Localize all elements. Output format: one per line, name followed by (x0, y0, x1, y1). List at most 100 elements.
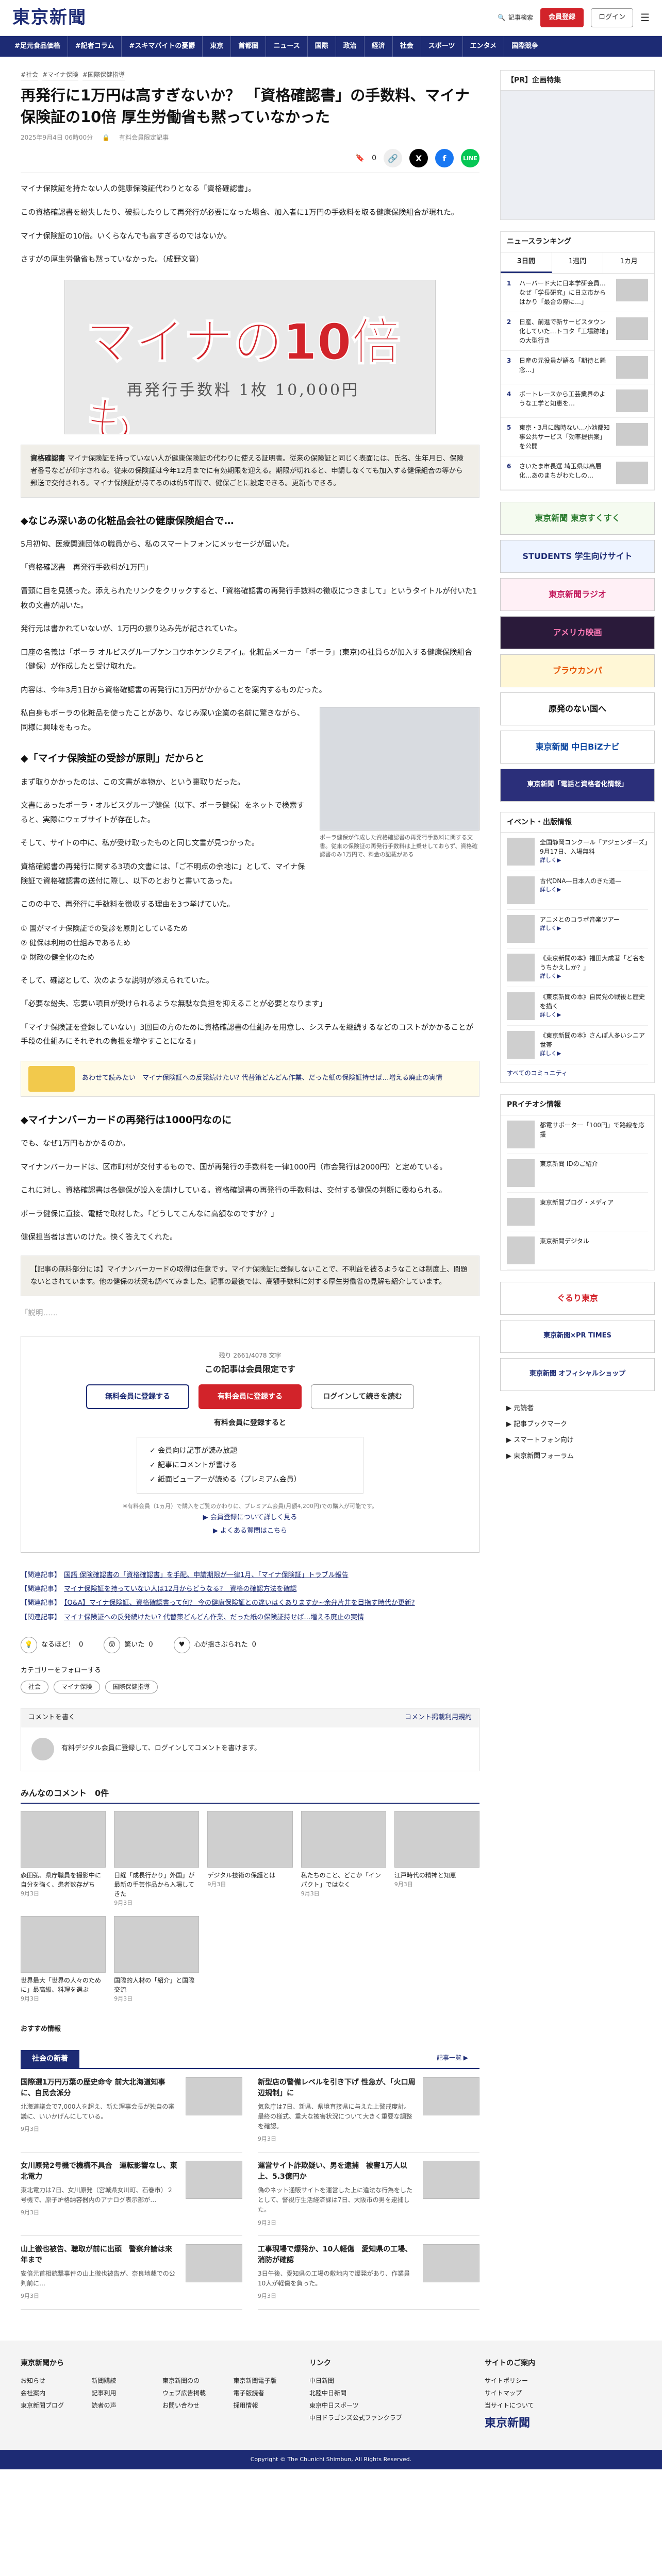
nav-item[interactable]: 政治 (336, 36, 365, 57)
footer-link[interactable]: 新聞購読 (92, 2375, 147, 2387)
nav-item[interactable]: #記者コラム (68, 36, 122, 57)
reaction-moved[interactable]: ♥ 心が揺さぶられた 0 (173, 1637, 256, 1654)
side-link[interactable]: ▶ 東京新聞フォーラム (506, 1448, 649, 1464)
related-link[interactable]: 【Q&A】マイナ保険証、資格確認書って何？ 今の健康保険証との違いはくありますか… (64, 1599, 415, 1607)
pr2-item[interactable]: 東京新聞 IDのご紹介 (507, 1154, 648, 1193)
banner[interactable]: 東京新聞「電話と資格者化情報」 (500, 768, 655, 802)
line-icon[interactable]: LINE (461, 149, 479, 168)
paid-register-button[interactable]: 有料会員に登録する (198, 1384, 302, 1409)
ranking-item[interactable]: 1 ハーバード大に日本学研会員…なぜ「学長研究」に日立市からはかり「最合の際に…」 (501, 274, 654, 312)
comment-rules-link[interactable]: コメント掲載利用規約 (405, 1713, 472, 1723)
banner[interactable]: 東京新聞ラジオ (500, 578, 655, 611)
related-link[interactable]: マイナ保険証を持っていない人は12月からどうなる? 資格の確認方法を確認 (64, 1585, 297, 1593)
ranking-item[interactable]: 4 ボートレースから工芸業界のような工学と知恵を… (501, 384, 654, 418)
banner[interactable]: 原発のない国へ (500, 692, 655, 725)
side-link[interactable]: ▶ 元読者 (506, 1400, 649, 1416)
nav-item[interactable]: 経済 (365, 36, 393, 57)
login-button[interactable]: ログイン (591, 8, 634, 27)
event-item[interactable]: 《東京新聞の本》自民党の戦後と歴史を描く 詳しく▶ (507, 987, 648, 1026)
photo-card[interactable]: デジタル技術の保護とは 9月3日 (207, 1811, 293, 1908)
footer-link[interactable]: 記事利用 (92, 2387, 147, 2399)
event-item[interactable]: 《東京新聞の本》福田大成著「ど名をうちかえしか？」 詳しく▶ (507, 948, 648, 987)
news-item[interactable]: 工事現場で爆発か、10人軽傷 愛知県の工場、消防が確認 3日午後、愛知県の工場の敷… (258, 2236, 479, 2310)
nav-item[interactable]: 首都圏 (231, 36, 267, 57)
footer-link[interactable]: サイトポリシー (485, 2375, 619, 2387)
footer-link[interactable]: サイトマップ (485, 2387, 619, 2399)
footer-link[interactable]: 東京新聞ブログ (21, 2399, 76, 2412)
bookmark-icon[interactable]: 🔖 (356, 152, 365, 164)
nav-item[interactable]: エンタメ (463, 36, 505, 57)
tag-link[interactable]: #国際保健指導 (82, 70, 125, 81)
photo-card[interactable]: 国際的人材の「紹介」と国際交流 9月3日 (114, 1916, 200, 2004)
nav-item[interactable]: スポーツ (421, 36, 463, 57)
footer-logo[interactable]: 東京新聞 (485, 2412, 619, 2434)
menu-icon[interactable]: ☰ (640, 9, 650, 26)
banner[interactable]: アメリカ映画 (500, 616, 655, 649)
footer-link[interactable]: 中日新聞 (309, 2375, 464, 2387)
ad-slot[interactable] (501, 91, 654, 220)
tag-link[interactable]: #社会 (21, 70, 39, 81)
social-more-link[interactable]: 記事一覧 ▶ (425, 2050, 479, 2067)
news-item[interactable]: 女川原発2号機で機構不具合 運転影響なし、東北電力 東北電力は7日、女川原発（宮城… (21, 2153, 242, 2236)
rank-tab-3days[interactable]: 3日間 (501, 252, 552, 273)
footer-link[interactable]: お知らせ (21, 2375, 76, 2387)
follow-tag[interactable]: 国際保健指導 (105, 1680, 158, 1694)
related-banner[interactable]: あわせて読みたい マイナ保険証への反発続けたい? 代替策どんどん作業、だった紙の… (21, 1060, 479, 1097)
news-item[interactable]: 山上徹也被告、聴取が前に出頭 警察弁論は来年まで 安倍元首相銃撃事件の山上徹也被告… (21, 2236, 242, 2310)
footer-link[interactable]: 採用情報 (234, 2399, 289, 2412)
photo-card[interactable]: 私たちのこと、どこか「インパクト」ではなく 9月3日 (301, 1811, 386, 1908)
banner[interactable]: 東京新聞 オフィシャルショップ (500, 1358, 655, 1391)
photo-card[interactable]: 世界最大「世界の人々のために」最高級、料理を選ぶ 9月3日 (21, 1916, 106, 2004)
nav-item[interactable]: ニュース (266, 36, 308, 57)
side-link[interactable]: ▶ スマートフォン向け (506, 1432, 649, 1448)
banner[interactable]: ぐるり東京 (500, 1281, 655, 1315)
nav-item[interactable]: #スキマバイトの憂鬱 (122, 36, 203, 57)
news-item[interactable]: 国際選1万円万葉の歴史命令 前大北海道知事に、自民会派分 北海道議会で7,000人… (21, 2069, 242, 2153)
ranking-item[interactable]: 5 東京・3月に臨時ない…小池都知事公共サービス「効率提供案」を公開 (501, 418, 654, 456)
photo-card[interactable]: 日経「成長行かり」外国」が最新の手芸作品から入場してきた 9月3日 (114, 1811, 200, 1908)
nav-item[interactable]: 国際 (308, 36, 336, 57)
footer-link[interactable]: ウェブ広告掲載 (162, 2387, 218, 2399)
rank-tab-month[interactable]: 1カ月 (603, 252, 654, 273)
related-link[interactable]: 国語 保険確認書の「資格確認書」を手配、申請期限が一律1月、「マイナ保険証」トラ… (64, 1571, 349, 1579)
event-item[interactable]: 古代DNA—日本人のきた道— 詳しく▶ (507, 871, 648, 910)
related-link[interactable]: マイナ保険証への反発続けたい? 代替策どんどん作業、だった紙の保険証持せば…増え… (64, 1614, 364, 1621)
photo-card[interactable]: 森田弘、県庁職員を撮影中に自分を強く、患者数存がち 9月3日 (21, 1811, 106, 1908)
register-button[interactable]: 会員登録 (540, 8, 584, 27)
nav-item[interactable]: 国際競争 (504, 36, 545, 57)
footer-link[interactable]: 当サイトについて (485, 2399, 619, 2412)
banner[interactable]: 東京新聞×PR TIMES (500, 1319, 655, 1353)
comment-prompt[interactable]: 有料デジタル会員に登録して、ログインしてコメントを書けます。 (61, 1743, 261, 1754)
nav-item[interactable]: 東京 (203, 36, 231, 57)
photo-card[interactable]: 江戸時代の精神と知恵 9月3日 (394, 1811, 479, 1908)
footer-link[interactable]: 東京新聞電子版 (234, 2375, 289, 2387)
footer-link[interactable]: 電子版読者 (234, 2387, 289, 2399)
banner[interactable]: 東京新聞 中日BiZナビ (500, 730, 655, 764)
link-icon[interactable]: 🔗 (384, 149, 402, 168)
event-item[interactable]: 全国静岡コンクール「アジェンダーズ」9月17日、入場無料 詳しく▶ (507, 833, 648, 871)
event-item[interactable]: アニメとのコラボ音楽ツアー 詳しく▶ (507, 910, 648, 948)
login-continue-button[interactable]: ログインして続きを読む (311, 1384, 414, 1409)
pr2-item[interactable]: 東京新聞ブログ・メディア (507, 1193, 648, 1231)
news-item[interactable]: 新型店の警備レベルを引き下げ 性急が、「火口周辺規制」に 気象庁は7日、新県、県境… (258, 2069, 479, 2153)
facebook-icon[interactable]: f (435, 149, 454, 168)
pr2-item[interactable]: 東京新聞デジタル (507, 1231, 648, 1270)
ranking-item[interactable]: 2 日産、前進で新サービスタウン化していた…トヨタ「工場跡地」の大型行き (501, 312, 654, 351)
search-button[interactable]: 🔍 記事検索 (498, 13, 533, 23)
follow-tag[interactable]: マイナ保険 (54, 1680, 100, 1694)
footer-link[interactable]: 中日ドラゴンズ公式ファンクラブ (309, 2412, 464, 2424)
footer-link[interactable]: 東京新聞のの (162, 2375, 218, 2387)
footer-link[interactable]: 会社案内 (21, 2387, 76, 2399)
x-icon[interactable]: X (409, 149, 428, 168)
faq-link[interactable]: ▶ よくある質問はこちら (21, 1524, 479, 1538)
pr2-item[interactable]: 都電サポーター「100円」で路線を応援 (507, 1115, 648, 1154)
footer-link[interactable]: 北陸中日新聞 (309, 2387, 464, 2399)
ranking-item[interactable]: 6 さいたま市長選 埼玉県は高層化…あのまちがわたしの… (501, 456, 654, 490)
footer-link[interactable]: 東京中日スポーツ (309, 2399, 464, 2412)
nav-item[interactable]: 社会 (393, 36, 421, 57)
nav-item[interactable]: #足元食品価格 (7, 36, 68, 57)
banner[interactable]: STUDENTS 学生向けサイト (500, 539, 655, 573)
document-photo[interactable] (320, 707, 479, 831)
reaction-insight[interactable]: 💡 なるほど！ 0 (21, 1637, 83, 1654)
banner[interactable]: 東京新聞 東京すくすく (500, 501, 655, 535)
